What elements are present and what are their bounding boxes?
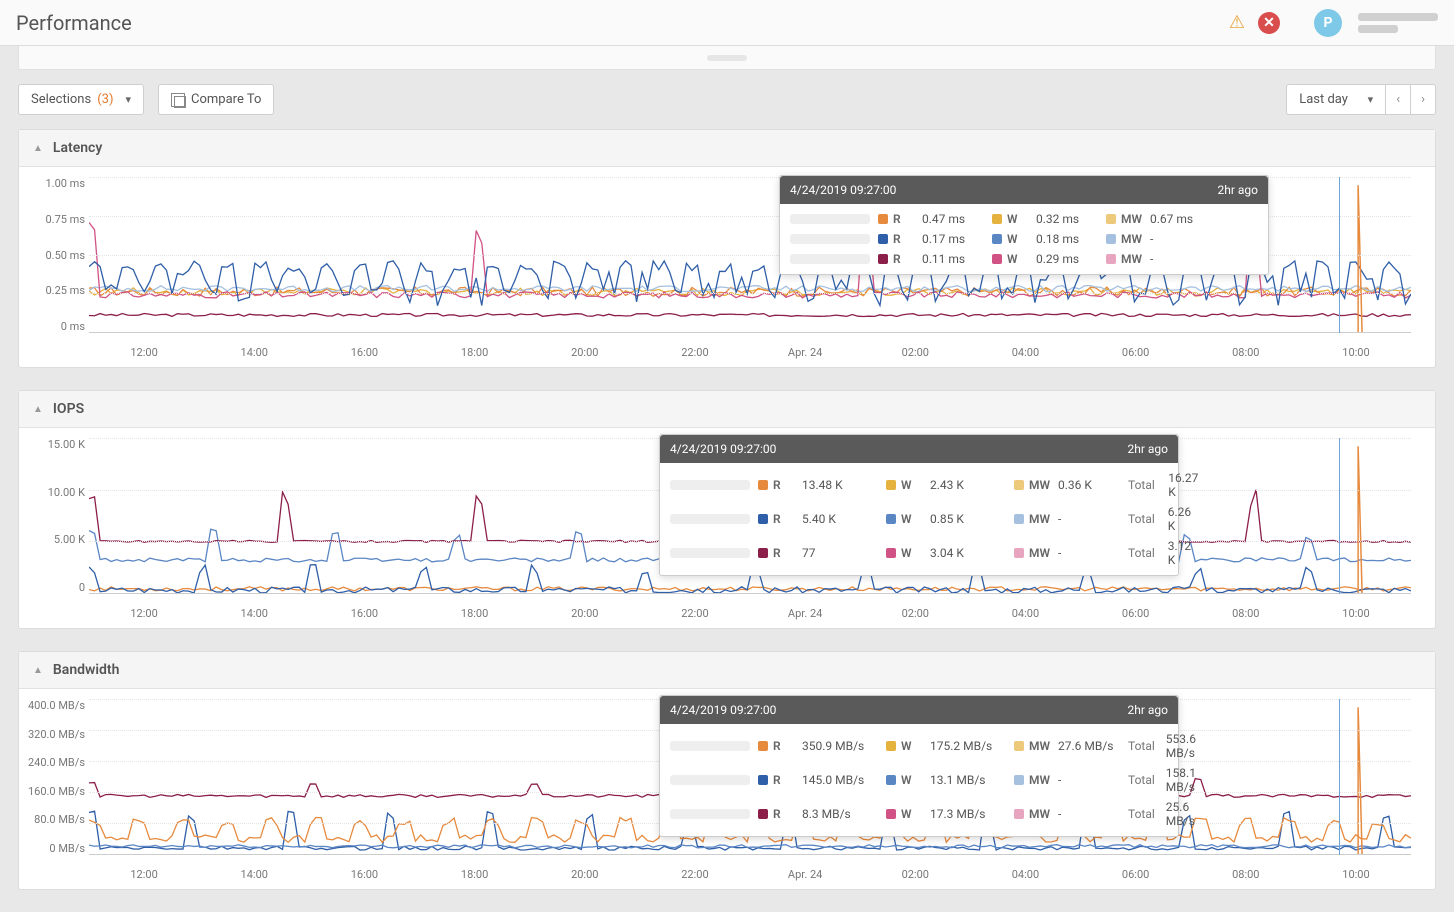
- tooltip-row: R8.3 MB/sW17.3 MB/sMW-Total25.6 MB/s: [670, 800, 1168, 828]
- chart-latency[interactable]: 1.00 ms0.75 ms0.50 ms0.25 ms0 ms 12:0014:…: [19, 167, 1435, 367]
- tooltip-relative: 2hr ago: [1127, 442, 1168, 456]
- tooltip-row: R0.11 msW0.29 msMW-: [790, 252, 1258, 266]
- panel-iops: ▲ IOPS 15.00 K10.00 K5.00 K0 12:0014:0016:0…: [18, 390, 1436, 629]
- panel-bandwidth: ▲ Bandwidth 400.0 MB/s320.0 MB/s240.0 MB/s…: [18, 651, 1436, 890]
- time-next-button[interactable]: ›: [1411, 84, 1436, 115]
- tooltip-timestamp: 4/24/2019 09:27:00: [790, 183, 896, 197]
- panel-latency: ▲ Latency 1.00 ms0.75 ms0.50 ms0.25 ms0 ms…: [18, 129, 1436, 368]
- collapsed-banner[interactable]: [18, 46, 1436, 70]
- chart-bandwidth[interactable]: 400.0 MB/s320.0 MB/s240.0 MB/s160.0 MB/s…: [19, 689, 1435, 889]
- error-icon[interactable]: [1258, 12, 1280, 34]
- compare-label: Compare To: [191, 92, 261, 107]
- tooltip-timestamp: 4/24/2019 09:27:00: [670, 442, 776, 456]
- avatar[interactable]: P: [1314, 9, 1342, 37]
- selections-count: (3): [97, 92, 113, 107]
- panel-header-bandwidth[interactable]: ▲ Bandwidth: [19, 652, 1435, 689]
- time-prev-button[interactable]: ‹: [1386, 84, 1411, 115]
- tooltip-row: R350.9 MB/sW175.2 MB/sMW27.6 MB/sTotal55…: [670, 732, 1168, 760]
- compare-icon: [171, 93, 185, 107]
- selections-label: Selections: [31, 92, 91, 107]
- panel-header-iops[interactable]: ▲ IOPS: [19, 391, 1435, 428]
- time-cursor: [1339, 699, 1340, 855]
- time-cursor: [1339, 177, 1340, 333]
- page-title: Performance: [16, 11, 132, 35]
- tooltip-row: R0.47 msW0.32 msMW0.67 ms: [790, 212, 1258, 226]
- compare-to-button[interactable]: Compare To: [158, 84, 274, 115]
- collapse-icon: ▲: [33, 404, 43, 415]
- tooltip-bandwidth: 4/24/2019 09:27:00 2hr ago R350.9 MB/sW175…: [659, 695, 1179, 837]
- tooltip-row: R77W3.04 KMW-Total3.12 K: [670, 539, 1168, 567]
- tooltip-row: R0.17 msW0.18 msMW-: [790, 232, 1258, 246]
- panel-title: IOPS: [53, 401, 84, 417]
- x-axis: 12:0014:0016:0018:0020:0022:00Apr. 2402:…: [89, 868, 1411, 881]
- toolbar: Selections (3) Compare To Last day ‹ ›: [0, 70, 1454, 129]
- time-range-dropdown[interactable]: Last day: [1286, 84, 1386, 115]
- warning-icon[interactable]: ⚠: [1226, 12, 1248, 34]
- tooltip-row: R145.0 MB/sW13.1 MB/sMW-Total158.1 MB/s: [670, 766, 1168, 794]
- tooltip-relative: 2hr ago: [1217, 183, 1258, 197]
- panel-header-latency[interactable]: ▲ Latency: [19, 130, 1435, 167]
- tooltip-latency: 4/24/2019 09:27:00 2hr ago R0.47 msW0.32 m…: [779, 175, 1269, 275]
- tooltip-row: R5.40 KW0.85 KMW-Total6.26 K: [670, 505, 1168, 533]
- chart-iops[interactable]: 15.00 K10.00 K5.00 K0 12:0014:0016:0018:0…: [19, 428, 1435, 628]
- collapse-icon: ▲: [33, 143, 43, 154]
- y-axis: 400.0 MB/s320.0 MB/s240.0 MB/s160.0 MB/s…: [25, 699, 85, 855]
- tooltip-row: R13.48 KW2.43 KMW0.36 KTotal16.27 K: [670, 471, 1168, 499]
- tooltip-timestamp: 4/24/2019 09:27:00: [670, 703, 776, 717]
- user-menu[interactable]: [1358, 11, 1438, 35]
- selections-dropdown[interactable]: Selections (3): [18, 84, 144, 115]
- x-axis: 12:0014:0016:0018:0020:0022:00Apr. 2402:…: [89, 346, 1411, 359]
- time-cursor: [1339, 438, 1340, 594]
- app-header: Performance ⚠ P: [0, 0, 1454, 46]
- collapse-icon: ▲: [33, 665, 43, 676]
- tooltip-relative: 2hr ago: [1127, 703, 1168, 717]
- panel-title: Bandwidth: [53, 662, 119, 678]
- y-axis: 15.00 K10.00 K5.00 K0: [25, 438, 85, 594]
- panel-title: Latency: [53, 140, 102, 156]
- y-axis: 1.00 ms0.75 ms0.50 ms0.25 ms0 ms: [25, 177, 85, 333]
- time-range-label: Last day: [1299, 92, 1348, 107]
- x-axis: 12:0014:0016:0018:0020:0022:00Apr. 2402:…: [89, 607, 1411, 620]
- tooltip-iops: 4/24/2019 09:27:00 2hr ago R13.48 KW2.43 K…: [659, 434, 1179, 576]
